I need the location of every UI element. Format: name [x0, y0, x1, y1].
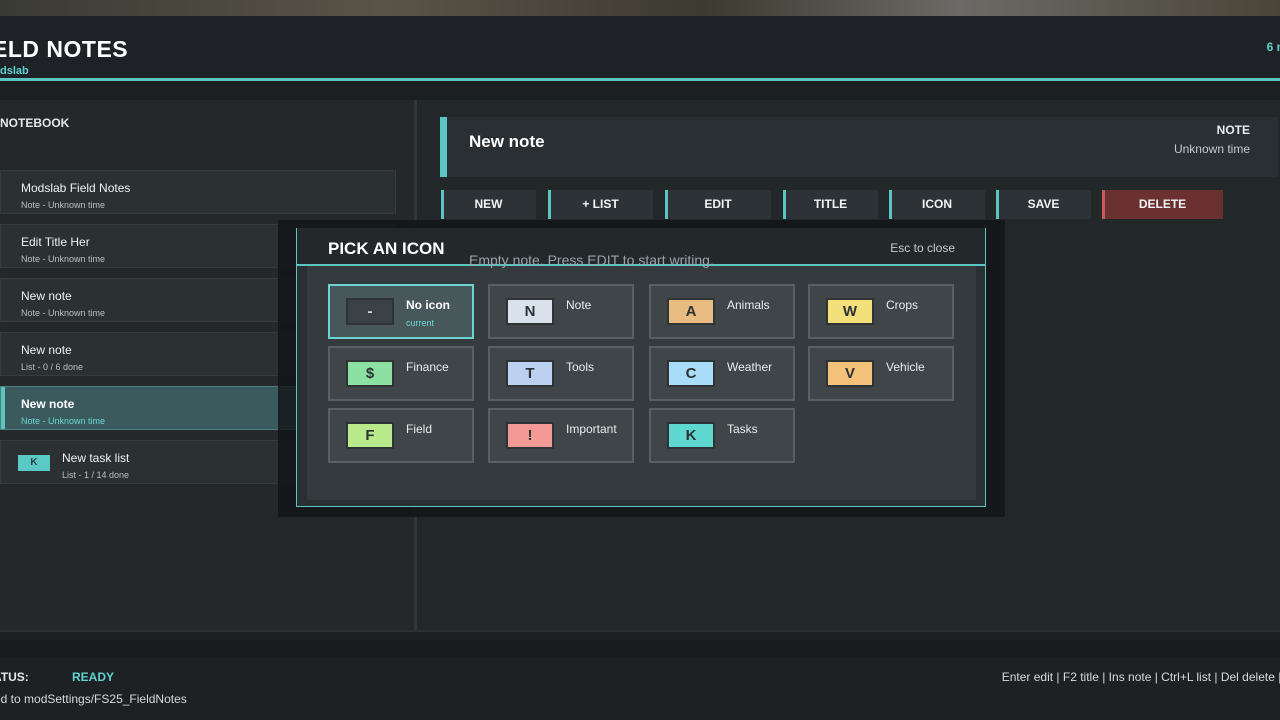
icon-option-weather[interactable]: C Weather [649, 346, 795, 401]
note-item-meta: List - 1 / 14 done [62, 470, 130, 480]
note-item-title: New note [21, 343, 72, 357]
note-kind: NOTE [1216, 123, 1250, 137]
save-button[interactable]: SAVE [996, 190, 1091, 219]
icon-option-tools[interactable]: T Tools [488, 346, 634, 401]
button-accent [1102, 190, 1105, 219]
selection-accent [1, 387, 5, 429]
tasks-icon: K [18, 455, 50, 471]
finance-icon: $ [346, 360, 394, 387]
add-list-button[interactable]: + LIST [548, 190, 653, 219]
edit-button[interactable]: EDIT [665, 190, 771, 219]
icon-option-label: Note [566, 298, 592, 312]
note-item-meta: List - 0 / 6 done [21, 362, 84, 372]
app-header: ELD NOTES dslab 6 n [0, 16, 1280, 78]
note-item-meta: Note - Unknown time [21, 254, 106, 264]
button-accent [665, 190, 668, 219]
new-button-label: NEW [474, 197, 503, 211]
app-subtitle: dslab [0, 65, 29, 77]
title-button[interactable]: TITLE [783, 190, 878, 219]
note-item-title: Edit Title Her [21, 235, 90, 249]
header-counter: 6 n [1266, 40, 1280, 54]
icon-option-label: Important [566, 422, 617, 436]
dialog-title: PICK AN ICON [328, 239, 445, 258]
crops-icon: W [826, 298, 874, 325]
status-label: ATUS: [0, 670, 29, 684]
save-button-label: SAVE [1027, 197, 1060, 211]
icon-option-none[interactable]: - No icon current [328, 284, 474, 339]
shortcut-hints: Enter edit | F2 title | Ins note | Ctrl+… [1001, 670, 1280, 684]
button-accent [441, 190, 444, 219]
button-accent [783, 190, 786, 219]
icon-button-label: ICON [922, 197, 952, 211]
delete-button-label: DELETE [1138, 197, 1187, 211]
status-bar [0, 658, 1280, 720]
notebook-heading: NOTEBOOK [0, 116, 70, 130]
note-icon: N [506, 298, 554, 325]
note-item-meta: Note - Unknown time [21, 308, 106, 318]
title-button-label: TITLE [813, 197, 848, 211]
list-button-label: + LIST [582, 197, 619, 211]
notebook-item[interactable]: Modslab Field Notes Note - Unknown time [0, 170, 396, 214]
app-title: ELD NOTES [0, 36, 129, 62]
icon-option-label: Crops [886, 298, 919, 312]
note-header-accent [440, 117, 447, 177]
icon-option-tasks[interactable]: K Tasks [649, 408, 795, 463]
no-icon-swatch: - [346, 298, 394, 325]
note-header: New note NOTE Unknown time [440, 117, 1278, 177]
icon-option-animals[interactable]: A Animals [649, 284, 795, 339]
icon-button[interactable]: ICON [889, 190, 985, 219]
background-scenery [0, 0, 1280, 16]
edit-button-label: EDIT [704, 197, 732, 211]
note-title: New note [469, 132, 545, 151]
button-accent [889, 190, 892, 219]
save-path: ed to modSettings/FS25_FieldNotes [0, 692, 187, 706]
icon-option-label: Weather [727, 360, 773, 374]
icon-option-label: Animals [727, 298, 770, 312]
tasks-icon: K [667, 422, 715, 449]
icon-option-important[interactable]: ! Important [488, 408, 634, 463]
icon-option-field[interactable]: F Field [328, 408, 474, 463]
icon-option-label: Tasks [727, 422, 758, 436]
note-item-title: New note [21, 397, 75, 411]
icon-option-note[interactable]: N Note [488, 284, 634, 339]
field-icon: F [346, 422, 394, 449]
icon-option-label: Vehicle [886, 360, 925, 374]
weather-icon: C [667, 360, 715, 387]
status-value: READY [72, 670, 115, 684]
icon-option-crops[interactable]: W Crops [808, 284, 954, 339]
icon-option-finance[interactable]: $ Finance [328, 346, 474, 401]
important-icon: ! [506, 422, 554, 449]
empty-note-message: Empty note. Press EDIT to start writing. [469, 252, 714, 268]
tools-icon: T [506, 360, 554, 387]
icon-option-label: Finance [406, 360, 449, 374]
note-time: Unknown time [1173, 142, 1250, 156]
vehicle-icon: V [826, 360, 874, 387]
icon-picker-dialog: PICK AN ICON Esc to close - No icon curr… [296, 228, 986, 507]
icon-option-label: Field [406, 422, 433, 436]
current-indicator: current [406, 318, 435, 328]
animals-icon: A [667, 298, 715, 325]
icon-option-label: No icon [406, 298, 450, 312]
note-item-meta: Note - Unknown time [21, 416, 106, 426]
icon-option-vehicle[interactable]: V Vehicle [808, 346, 954, 401]
note-item-title: New note [21, 289, 72, 303]
note-item-meta: Note - Unknown time [21, 200, 106, 210]
icon-option-label: Tools [566, 360, 595, 374]
delete-button[interactable]: DELETE [1102, 190, 1223, 219]
note-item-title: Modslab Field Notes [21, 181, 131, 195]
button-accent [548, 190, 551, 219]
new-note-button[interactable]: NEW [441, 190, 536, 219]
note-item-title: New task list [62, 451, 130, 465]
close-hint[interactable]: Esc to close [890, 241, 955, 255]
button-accent [996, 190, 999, 219]
status-divider [0, 630, 1280, 632]
